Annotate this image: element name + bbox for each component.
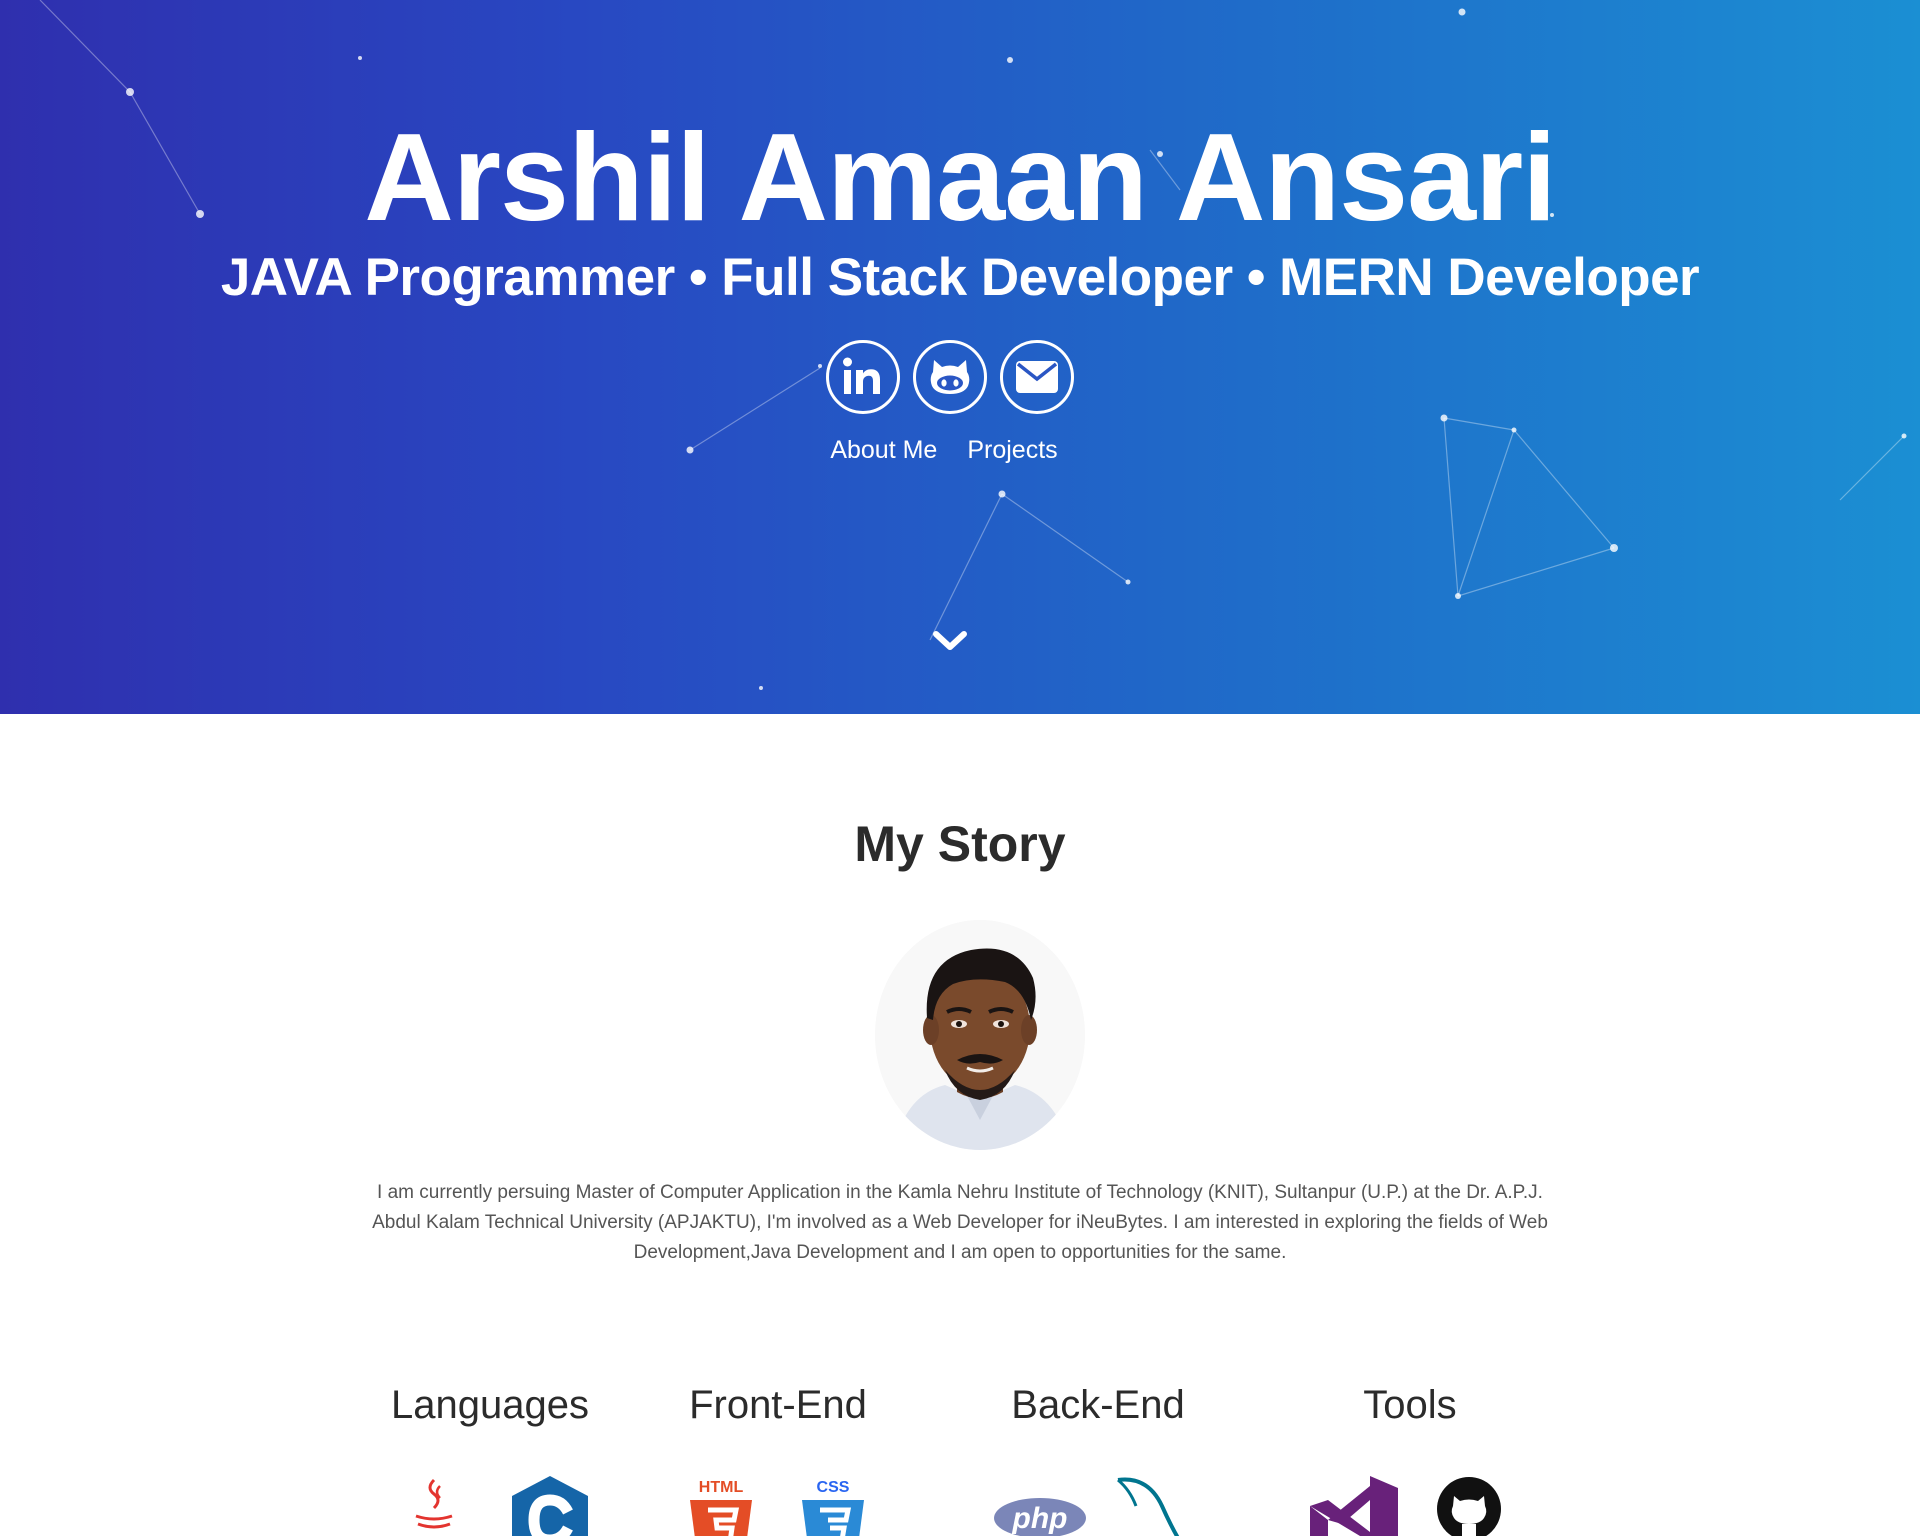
github-button[interactable] (913, 340, 987, 414)
projects-link[interactable]: Projects (967, 432, 1057, 469)
skill-heading-backend: Back-End (1011, 1383, 1185, 1427)
hero-section: Arshil Amaan Ansari JAVA Programmer • Fu… (0, 0, 1920, 714)
mysql-dolphin-icon (1117, 1477, 1180, 1536)
skill-heading-frontend: Front-End (689, 1383, 867, 1427)
skills-section: Languages Front-End HTML CSS Back-End ph… (0, 1380, 1920, 1536)
css3-icon: CSS (802, 1479, 864, 1536)
profile-photo (875, 920, 1085, 1150)
java-icon (415, 1478, 453, 1529)
html5-icon: HTML (690, 1479, 752, 1536)
hero-nav-links: About Me Projects (0, 432, 1920, 469)
css-badge-label: CSS (817, 1479, 850, 1496)
chevron-down-icon[interactable] (930, 626, 970, 656)
skill-column-frontend: Front-End HTML CSS (648, 1380, 908, 1536)
html-badge-label: HTML (699, 1479, 744, 1496)
story-paragraph: I am currently persuing Master of Comput… (372, 1182, 1548, 1263)
github-icon (930, 360, 970, 394)
skill-column-languages: Languages (360, 1380, 620, 1536)
avatar (875, 920, 1085, 1150)
visual-studio-icon (1310, 1476, 1398, 1536)
linkedin-icon (843, 357, 880, 394)
about-me-link[interactable]: About Me (830, 432, 937, 469)
hero-subtitle: JAVA Programmer • Full Stack Developer •… (220, 248, 1700, 307)
hero-name-title: Arshil Amaan Ansari (364, 109, 1557, 247)
php-icon: php (994, 1498, 1086, 1536)
c-language-icon (512, 1476, 588, 1536)
social-links (826, 340, 1074, 416)
php-badge-label: php (1012, 1502, 1068, 1535)
linkedin-button[interactable] (826, 340, 900, 414)
github-icon (1437, 1477, 1501, 1536)
skill-column-tools: Tools (1280, 1380, 1540, 1536)
envelope-icon (1016, 361, 1058, 393)
skill-heading-tools: Tools (1363, 1383, 1457, 1427)
email-button[interactable] (1000, 340, 1074, 414)
skill-heading-languages: Languages (391, 1383, 589, 1427)
skill-column-backend: Back-End php (968, 1380, 1228, 1536)
story-title: My Story (854, 816, 1066, 872)
